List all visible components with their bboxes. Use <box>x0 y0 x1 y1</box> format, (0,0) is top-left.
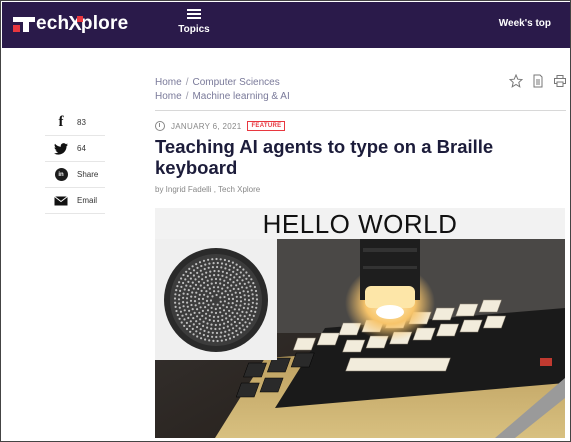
print-icon[interactable] <box>553 74 567 88</box>
weeks-top-link[interactable]: Week's top <box>499 18 551 29</box>
facebook-share-button[interactable]: f 83 <box>45 110 105 136</box>
share-column: f 83 64 in Share Email <box>45 110 105 214</box>
clock-icon <box>155 121 165 131</box>
article-byline: by Ingrid Fadelli , Tech Xplore <box>155 185 261 194</box>
hamburger-icon <box>187 9 201 19</box>
braille-keyboard-photo <box>155 208 565 438</box>
breadcrumb-row: Home / Machine learning & AI <box>155 91 290 102</box>
techxplore-logo[interactable]: ech Xplore <box>13 12 128 36</box>
breadcrumb: Home / Computer Sciences Home / Machine lear… <box>155 76 290 104</box>
page-frame: ech Xplore Topics Week's top Home / Compute… <box>0 0 571 442</box>
breadcrumb-home-link[interactable]: Home <box>155 77 182 88</box>
email-share-button[interactable]: Email <box>45 188 105 214</box>
linkedin-icon: in <box>54 168 68 182</box>
site-header: ech Xplore Topics Week's top <box>2 2 570 48</box>
twitter-icon <box>54 142 68 156</box>
twitter-share-count: 64 <box>77 144 86 153</box>
breadcrumb-category-link[interactable]: Machine learning & AI <box>192 91 289 102</box>
facebook-icon: f <box>58 114 64 130</box>
article-tools <box>508 73 567 88</box>
article-hero-image: HELLO WORLD <box>155 208 565 438</box>
twitter-share-button[interactable]: 64 <box>45 136 105 162</box>
logo-t-icon <box>13 14 35 34</box>
topics-label: Topics <box>178 24 210 35</box>
hero-image-caption: HELLO WORLD <box>155 208 565 239</box>
linkedin-share-button[interactable]: in Share <box>45 162 105 188</box>
publish-date: JANUARY 6, 2021 <box>171 121 242 131</box>
article-title: Teaching AI agents to type on a Braille … <box>155 136 494 178</box>
breadcrumb-category-link[interactable]: Computer Sciences <box>192 77 279 88</box>
email-icon <box>54 194 68 208</box>
breadcrumb-home-link[interactable]: Home <box>155 91 182 102</box>
feature-badge: FEATURE <box>247 121 286 131</box>
linkedin-share-label: Share <box>77 170 99 179</box>
article-meta: JANUARY 6, 2021 FEATURE <box>155 121 286 131</box>
pdf-icon[interactable] <box>531 74 545 88</box>
star-icon[interactable] <box>508 73 524 88</box>
breadcrumb-row: Home / Computer Sciences <box>155 77 280 88</box>
email-share-label: Email <box>77 196 98 205</box>
topics-menu-button[interactable]: Topics <box>172 9 216 35</box>
facebook-share-count: 83 <box>77 118 86 127</box>
divider <box>155 110 566 111</box>
